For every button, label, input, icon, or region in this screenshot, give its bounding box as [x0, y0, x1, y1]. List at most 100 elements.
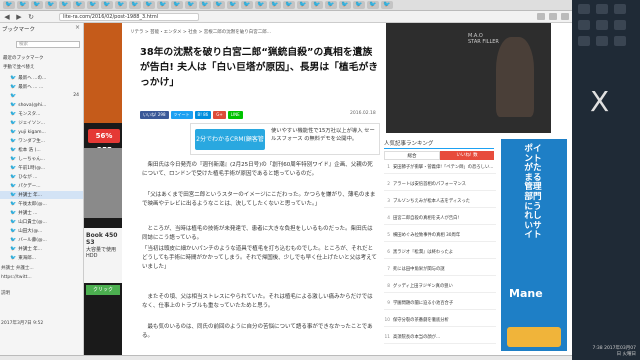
bookmark-count: 24	[73, 93, 79, 98]
bookmark-item[interactable]: 🐦 shova(@hi...	[0, 101, 83, 109]
ranking-item[interactable]: 10 保守分裂の茶番劇を徹底分析	[384, 316, 496, 327]
share-button[interactable]: いいね! 298	[140, 111, 169, 119]
browser-tab[interactable]: 🐦	[199, 1, 211, 9]
bookmark-item[interactable]: 🐦 山田大(@...	[0, 227, 83, 235]
ranking-item[interactable]: 5 横田めぐみ拉致事件の真相 30周年	[384, 231, 496, 242]
browser-tab[interactable]: 🐦	[255, 1, 267, 9]
section-folder[interactable]: 手動で並べ替え	[0, 64, 83, 72]
browser-tab[interactable]: 🐦	[325, 1, 337, 9]
browser-tab[interactable]: 🐦	[297, 1, 309, 9]
forward-icon[interactable]: ▶	[15, 13, 23, 21]
browser-tab[interactable]: 🐦	[3, 1, 15, 9]
browser-tab[interactable]: 🐦	[45, 1, 57, 9]
browser-tab[interactable]: 🐦	[17, 1, 29, 9]
ranking-item[interactable]: 2 アラートは安倍首相のパフォーマンス	[384, 180, 496, 191]
browser-tab[interactable]: 🐦	[157, 1, 169, 9]
browser-tab[interactable]: 🐦	[227, 1, 239, 9]
app-icon[interactable]	[596, 20, 608, 30]
app-icon[interactable]	[614, 4, 626, 14]
left-ad[interactable]: 56% OFF Book 450 S3 大容量で使用 HDD クリック	[84, 23, 122, 355]
bookmark-item[interactable]: 🐦 24	[0, 92, 83, 100]
tab-overall[interactable]: 総合	[384, 151, 440, 160]
bookmark-item[interactable]: 🐦 yuji kigam...	[0, 128, 83, 136]
bookmark-label: ワンダフ生...	[18, 139, 46, 144]
rank-number: 3	[387, 199, 390, 204]
ranking-item[interactable]: 1 安田節子が衝撃・菅義偉!「ペテン師」の恐ろしい...	[384, 163, 496, 174]
bookmark-item[interactable]: 🐦 バール藤(@...	[0, 236, 83, 244]
mane-ad[interactable]: ポイントがたまる管理部門にうれしいサイト Mane	[501, 139, 567, 351]
bookmark-item[interactable]: 🐦 午前1時(@...	[0, 164, 83, 172]
browser-tab[interactable]: 🐦	[171, 1, 183, 9]
app-icon[interactable]	[614, 20, 626, 30]
bookmark-item[interactable]: 🐦 井講士 年...	[0, 245, 83, 253]
share-button[interactable]: G+	[213, 111, 226, 119]
inline-ad[interactable]: 2分でわかるCRM(顧客管理) 使いやすい機能性で15万社以上が導入 セールスフ…	[190, 123, 380, 164]
ranking-item[interactable]: 6 黒ラジオ『松潤』は終わったよ	[384, 248, 496, 259]
app-icon[interactable]	[596, 36, 608, 46]
bookmark-star-icon[interactable]	[549, 13, 557, 20]
bookmark-item[interactable]: 🐦 しーちゃん...	[0, 155, 83, 163]
search-input[interactable]: 検索	[16, 41, 80, 48]
bookmark-item[interactable]: 🐦 ワンダフ生...	[0, 137, 83, 145]
browser-tab[interactable]: 🐦	[143, 1, 155, 9]
bookmark-item[interactable]: 🐦 井講士 ...	[0, 209, 83, 217]
browser-tab[interactable]: 🐦	[73, 1, 85, 9]
browser-tab[interactable]: 🐦	[339, 1, 351, 9]
browser-tab[interactable]: 🐦	[87, 1, 99, 9]
back-icon[interactable]: ◀	[3, 13, 11, 21]
breadcrumb[interactable]: リテラ > 芸能・エンタメ > 社会 > 宮根二郎の沈黙を破り白宮二郎...	[130, 29, 271, 35]
share-button[interactable]: B! 86	[194, 111, 212, 119]
bookmark-item[interactable]: 🐦 最新へ ... ...	[0, 83, 83, 91]
reload-icon[interactable]: ↻	[27, 13, 35, 21]
browser-tab[interactable]: 🐦	[59, 1, 71, 9]
app-icon[interactable]	[578, 4, 590, 14]
share-button[interactable]: ツイート	[170, 111, 193, 119]
app-icon[interactable]	[614, 36, 626, 46]
browser-tab[interactable]: 🐦	[185, 1, 197, 9]
bookmark-item[interactable]: 🐦 ひなが ...	[0, 173, 83, 181]
ranking-item[interactable]: 9 学園問題の闇に迫る小池百合子	[384, 299, 496, 310]
tab-likes[interactable]: いいね! 数	[440, 151, 494, 160]
detail-url[interactable]: https://twitt...	[1, 275, 83, 280]
rank-number: 4	[387, 216, 390, 221]
app-icon[interactable]	[596, 4, 608, 14]
browser-tab[interactable]: 🐦	[115, 1, 127, 9]
bookmark-item[interactable]: 🐦 ジェイソン...	[0, 119, 83, 127]
bookmark-item[interactable]: 🐦 モンスタ...	[0, 110, 83, 118]
ranking-item[interactable]: 4 田宮二郎自殺の真相を夫人が告白!	[384, 214, 496, 225]
browser-tab[interactable]: 🐦	[367, 1, 379, 9]
extension-icon[interactable]	[537, 13, 545, 20]
menu-icon[interactable]	[561, 13, 569, 20]
ranking-item[interactable]: 7 死には田中角栄が関与の謎	[384, 265, 496, 276]
url-bar[interactable]: lite-ra.com/2016/02/post-1988_3.html	[59, 12, 199, 21]
section-recent[interactable]: 最近のブックマーク	[0, 55, 83, 63]
browser-tab[interactable]: 🐦	[269, 1, 281, 9]
browser-tab[interactable]: 🐦	[213, 1, 225, 9]
share-button[interactable]: LINE	[227, 111, 243, 119]
browser-tab[interactable]: 🐦	[31, 1, 43, 9]
bookmark-item[interactable]: 🐦 井講士 年...	[0, 191, 83, 199]
ranking-item[interactable]: 8 グッディ上田ヲジギン真の狙い	[384, 282, 496, 293]
ad-click-button[interactable]: クリック	[86, 285, 120, 295]
browser-tab[interactable]: 🐦	[353, 1, 365, 9]
bookmark-item[interactable]: 🐦 午後太郎(@...	[0, 200, 83, 208]
ranking-item[interactable]: 11 高須院長の本当の顔が...	[384, 333, 496, 344]
bookmark-item[interactable]: 🐦 東海郎...	[0, 254, 83, 262]
browser-tab[interactable]: 🐦	[283, 1, 295, 9]
browser-tab[interactable]: 🐦	[101, 1, 113, 9]
bookmark-item[interactable]: 🐦 最新へ ...の...	[0, 74, 83, 82]
twitter-bird-icon: 🐦	[10, 147, 17, 153]
browser-tab[interactable]: 🐦	[381, 1, 393, 9]
bookmark-item[interactable]: 🐦 松本 浩 (...	[0, 146, 83, 154]
browser-tab[interactable]: 🐦	[241, 1, 253, 9]
app-icon[interactable]	[578, 20, 590, 30]
ranking-item[interactable]: 3 ブルゾンちえみが松本人志をディスった	[384, 197, 496, 208]
app-icon[interactable]	[578, 36, 590, 46]
ad-cta-button[interactable]: 2分でわかるCRM(顧客管理)	[195, 129, 265, 164]
bookmark-item[interactable]: 🐦 山口貴士(@...	[0, 218, 83, 226]
browser-tab[interactable]: 🐦	[311, 1, 323, 9]
close-icon[interactable]: ×	[75, 24, 80, 31]
browser-tab[interactable]: 🐦	[129, 1, 141, 9]
fashion-ad[interactable]: M.A.O STAR FILLER	[386, 23, 551, 133]
bookmark-item[interactable]: 🐦 パクデー...	[0, 182, 83, 190]
